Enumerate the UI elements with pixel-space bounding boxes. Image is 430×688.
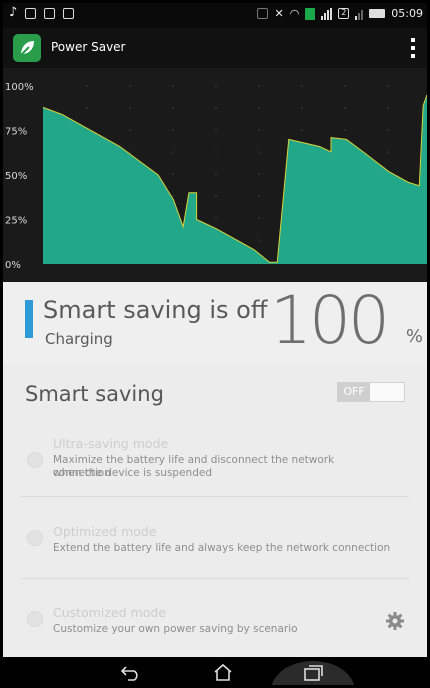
grid-dot <box>215 85 217 87</box>
grid-dot <box>215 195 217 197</box>
divider <box>21 578 409 579</box>
status-subtitle: Charging <box>45 330 113 348</box>
settings-section: Smart saving OFF Ultra-saving mode Maxim… <box>3 364 427 657</box>
grid-dot <box>344 129 346 131</box>
option-desc-line1: Customize your own power saving by scena… <box>53 623 298 635</box>
y-tick-label: 0% <box>5 260 21 271</box>
overflow-menu-icon[interactable] <box>407 38 419 58</box>
navigation-bar <box>3 657 427 685</box>
grid-dot <box>172 129 174 131</box>
grid-dot <box>86 85 88 87</box>
grid-dot <box>258 239 260 241</box>
grid-dot <box>387 85 389 87</box>
screen: ♪ ✕ ◠ 2 05:09 Power Saver 100% 75% 50% 2… <box>0 0 430 688</box>
leaf-icon[interactable] <box>13 34 41 62</box>
smart-saving-toggle[interactable]: OFF <box>337 382 405 402</box>
customized-option[interactable]: Customized mode Customize your own power… <box>21 605 411 641</box>
optimized-option[interactable]: Optimized mode Extend the battery life a… <box>21 524 411 560</box>
clock: 05:09 <box>391 7 423 20</box>
calendar-icon <box>25 7 37 19</box>
grid-dot <box>387 107 389 109</box>
grid-dot <box>172 85 174 87</box>
status-title: Smart saving is off <box>43 296 268 324</box>
home-icon[interactable] <box>213 663 233 681</box>
grid-dot <box>86 107 88 109</box>
battery-history-chart: 100% 75% 50% 25% 0% <box>3 68 427 282</box>
option-title: Optimized mode <box>53 524 157 539</box>
y-tick-label: 25% <box>5 216 27 227</box>
grid-dot <box>258 151 260 153</box>
option-title: Customized mode <box>53 605 166 620</box>
mute-icon: ✕ <box>274 7 284 20</box>
grid-dot <box>258 217 260 219</box>
sim2-badge: 2 <box>338 8 350 19</box>
option-title: Ultra-saving mode <box>53 436 169 451</box>
music-note-icon: ♪ <box>9 5 18 20</box>
grid-dot <box>215 151 217 153</box>
smart-saving-title: Smart saving <box>25 382 164 406</box>
grid-dot <box>129 151 131 153</box>
battery-icon <box>369 9 386 18</box>
signal-icon <box>321 7 333 20</box>
grid-dot <box>258 195 260 197</box>
status-panel: Smart saving is off Charging 100 % <box>3 282 427 365</box>
status-bar: ♪ ✕ ◠ 2 05:09 <box>3 3 427 28</box>
optimized-radio[interactable] <box>27 530 43 546</box>
grid-dot <box>301 85 303 87</box>
grid-dot <box>215 129 217 131</box>
grid-dot <box>387 129 389 131</box>
grid-dot <box>301 129 303 131</box>
grid-dot <box>387 151 389 153</box>
signal2-icon <box>355 8 364 20</box>
file-icon <box>44 7 56 19</box>
gear-icon[interactable] <box>385 611 405 631</box>
action-bar: Power Saver <box>3 28 427 68</box>
wifi-icon: ◠ <box>289 7 300 20</box>
grid-dot <box>129 129 131 131</box>
grid-dot <box>129 85 131 87</box>
y-tick-label: 75% <box>5 127 27 138</box>
sim-icon <box>305 7 316 20</box>
grid-dot <box>129 107 131 109</box>
ultra-saving-option[interactable]: Ultra-saving mode Maximize the battery l… <box>21 436 411 488</box>
grid-dot <box>258 129 260 131</box>
grid-dot <box>258 107 260 109</box>
chart-svg: 100% 75% 50% 25% 0% <box>5 82 427 271</box>
grid-dot <box>215 107 217 109</box>
back-icon[interactable] <box>120 665 142 681</box>
app-title: Power Saver <box>51 40 126 54</box>
option-desc-line2: when the device is suspended <box>53 467 212 479</box>
grid-dot <box>172 195 174 197</box>
ultra-saving-radio[interactable] <box>27 452 43 468</box>
customized-radio[interactable] <box>27 611 43 627</box>
divider <box>21 496 409 497</box>
grid-dot <box>258 173 260 175</box>
recent-apps-icon[interactable] <box>304 665 324 681</box>
grid-dot <box>215 217 217 219</box>
grid-dot <box>215 173 217 175</box>
grid-dot <box>344 107 346 109</box>
grid-dot <box>172 173 174 175</box>
message-icon <box>63 7 75 19</box>
percent-symbol: % <box>405 326 423 347</box>
grid-dot <box>172 151 174 153</box>
grid-dot <box>258 85 260 87</box>
y-tick-label: 50% <box>5 171 27 182</box>
option-desc-line1: Extend the battery life and always keep … <box>53 542 391 554</box>
toggle-label: OFF <box>338 383 370 401</box>
status-indicator <box>25 300 33 338</box>
grid-dot <box>301 107 303 109</box>
battery-percent: 100 <box>270 282 390 359</box>
grid-dot <box>344 85 346 87</box>
y-tick-label: 100% <box>5 82 34 93</box>
vibrate-icon <box>257 8 269 19</box>
grid-dot <box>172 107 174 109</box>
